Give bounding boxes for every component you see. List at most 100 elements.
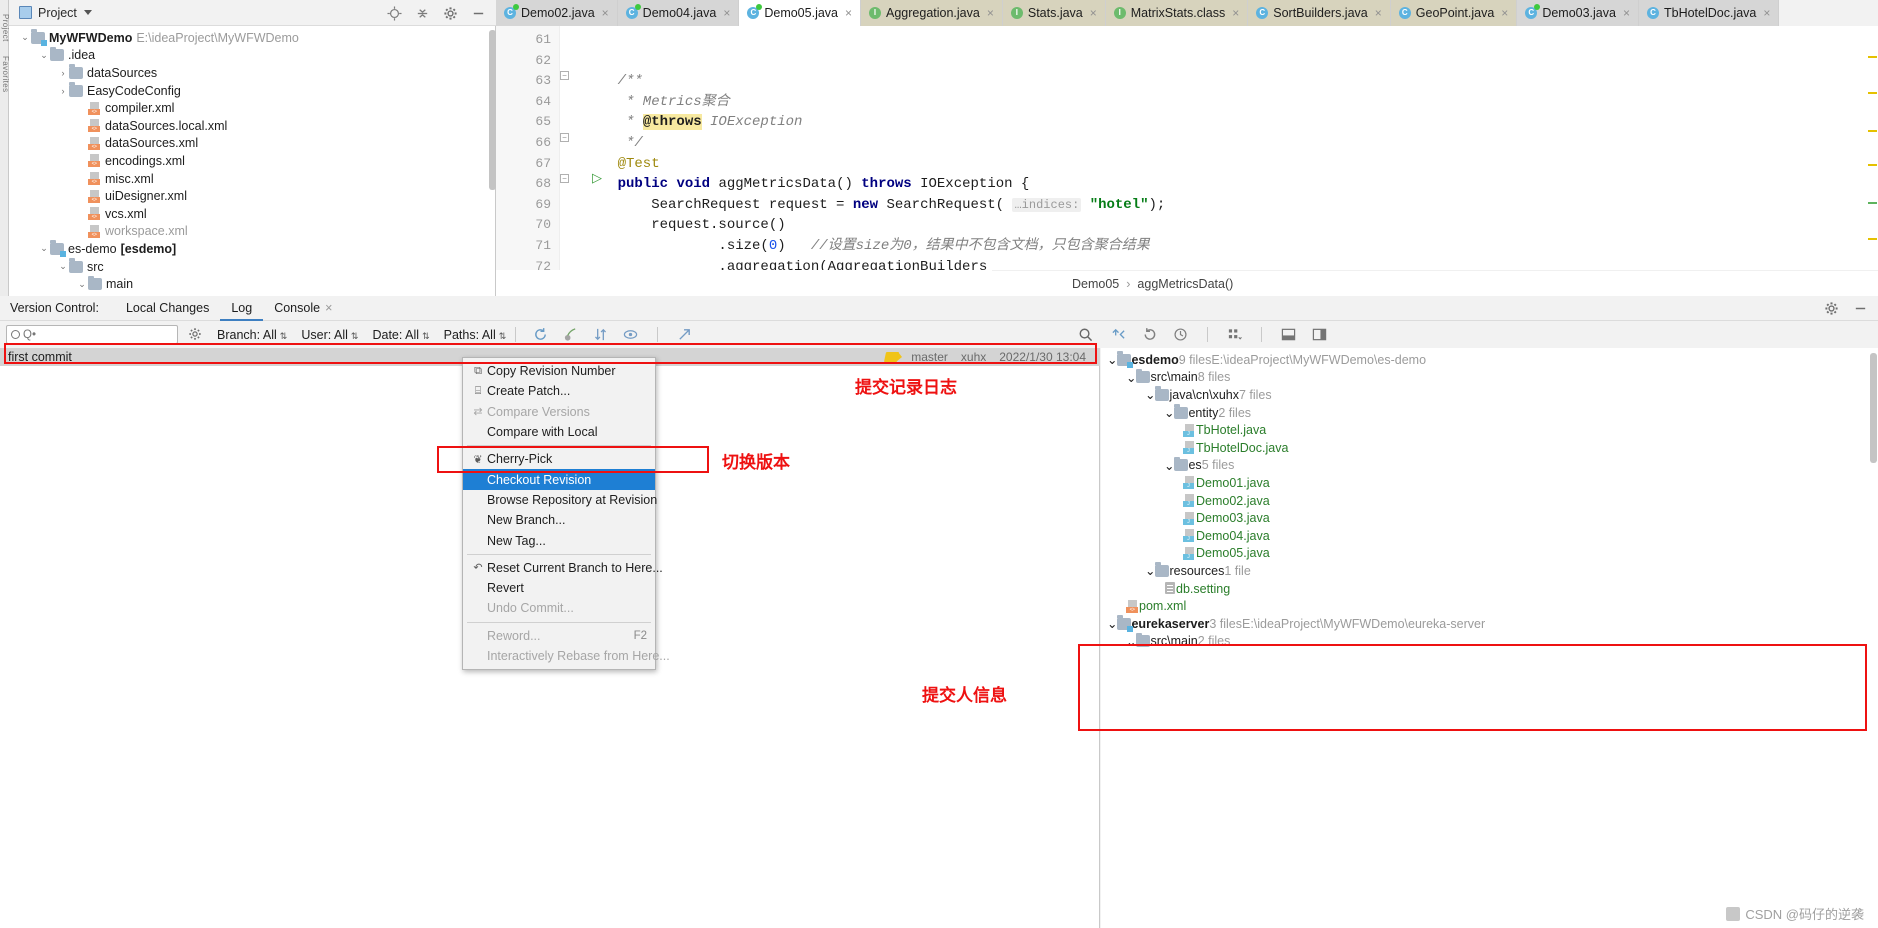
changed-file-row[interactable]: ⌄ entity 2 files: [1101, 404, 1878, 422]
tab-local-changes[interactable]: Local Changes: [115, 296, 220, 321]
tree-expand-arrow[interactable]: ›: [57, 68, 69, 78]
changed-file-row[interactable]: ⌄ esdemo 9 files E:\ideaProject\MyWFWDemo\e…: [1101, 351, 1878, 369]
fold-marker-open[interactable]: −: [560, 71, 569, 80]
project-tree[interactable]: ⌄ MyWFWDemo E:\ideaProject\MyWFWDemo ⌄ .idea…: [9, 26, 496, 296]
filter-branch[interactable]: Branch: All ⇅: [217, 328, 287, 342]
project-tree-row[interactable]: <> workspace.xml: [9, 223, 495, 241]
tree-expand-arrow[interactable]: ⌄: [57, 261, 69, 272]
editor-breadcrumb[interactable]: Demo05 › aggMetricsData(): [992, 270, 1878, 296]
chevron-down-icon[interactable]: [83, 10, 92, 15]
tab-log[interactable]: Log: [220, 296, 264, 321]
tree-expand-arrow[interactable]: ⌄: [38, 243, 50, 254]
hide-panel-icon[interactable]: [471, 6, 486, 21]
tree-expand-arrow[interactable]: ⌄: [1126, 370, 1136, 385]
changed-file-row[interactable]: J TbHotel.java: [1101, 421, 1878, 439]
project-tree-row[interactable]: <> compiler.xml: [9, 99, 495, 117]
fold-marker-method[interactable]: −: [560, 174, 569, 183]
menu-item[interactable]: Interactively Rebase from Here...: [463, 646, 670, 666]
filter-settings-gear-icon[interactable]: [188, 327, 203, 342]
preview-right-icon[interactable]: [1312, 327, 1327, 342]
code-line[interactable]: @Test: [584, 154, 1878, 175]
project-tree-row[interactable]: ⌄ MyWFWDemo E:\ideaProject\MyWFWDemo: [9, 29, 495, 47]
code-line[interactable]: */: [584, 133, 1878, 154]
collapse-all-icon[interactable]: [415, 6, 430, 21]
code-line[interactable]: [584, 30, 1878, 51]
log-search-icon[interactable]: [1078, 327, 1093, 342]
log-search-input[interactable]: Q•: [6, 325, 178, 344]
editor-tab[interactable]: C GeoPoint.java ×: [1390, 0, 1518, 26]
project-tree-row[interactable]: › EasyCodeConfig: [9, 82, 495, 100]
changed-file-row[interactable]: ⌄ src\main 8 files: [1101, 368, 1878, 387]
code-line[interactable]: [584, 51, 1878, 72]
tree-expand-arrow[interactable]: ⌄: [1145, 387, 1155, 402]
open-external-icon[interactable]: [677, 327, 692, 342]
code-line[interactable]: request.source(): [584, 215, 1878, 236]
close-icon[interactable]: ×: [723, 6, 730, 20]
tree-expand-arrow[interactable]: ⌄: [1164, 405, 1174, 420]
sort-icon[interactable]: [593, 327, 608, 342]
editor-tab[interactable]: I MatrixStats.class ×: [1105, 0, 1249, 26]
tree-expand-arrow[interactable]: ⌄: [1164, 458, 1174, 473]
changed-file-row[interactable]: db.setting: [1101, 580, 1878, 598]
changed-file-row[interactable]: ⌄ resources 1 file: [1101, 562, 1878, 580]
changed-file-row[interactable]: ⌄ java\cn\xuhx 7 files: [1101, 386, 1878, 404]
project-tree-scrollbar[interactable]: [489, 30, 496, 190]
menu-item[interactable]: New Branch...: [463, 510, 655, 530]
menu-item[interactable]: ⌸ Create Patch...: [463, 381, 655, 401]
code-line[interactable]: * @throws IOException: [584, 112, 1878, 133]
menu-item[interactable]: Revert: [463, 578, 655, 598]
editor-tab[interactable]: C Demo03.java ×: [1517, 0, 1639, 26]
breadcrumb-method[interactable]: aggMetricsData(): [1137, 277, 1233, 291]
close-icon[interactable]: ×: [1623, 6, 1630, 20]
close-icon[interactable]: ×: [1232, 6, 1239, 20]
menu-item[interactable]: Undo Commit...: [463, 598, 655, 618]
expand-icon[interactable]: [1111, 327, 1126, 342]
editor-tab[interactable]: C Demo04.java ×: [617, 0, 740, 26]
refresh-icon[interactable]: [533, 327, 548, 342]
menu-item[interactable]: ⧉ Copy Revision Number: [463, 361, 655, 381]
settings-gear-icon[interactable]: [443, 6, 458, 21]
code-line[interactable]: .aggregation(AggregationBuilders: [584, 257, 1878, 270]
project-tree-row[interactable]: <> vcs.xml: [9, 205, 495, 223]
menu-item[interactable]: Reword... F2: [463, 626, 655, 646]
menu-item[interactable]: ❦ Cherry-Pick: [463, 449, 655, 469]
changed-files-tree[interactable]: ⌄ esdemo 9 files E:\ideaProject\MyWFWDemo\e…: [1101, 348, 1878, 648]
menu-item[interactable]: Checkout Revision: [463, 469, 655, 490]
changed-file-row[interactable]: ⌄ src\main 2 files: [1101, 632, 1878, 648]
menu-item[interactable]: ⇄ Compare Versions: [463, 402, 655, 422]
project-tree-row[interactable]: <> dataSources.local.xml: [9, 117, 495, 135]
project-tree-row[interactable]: <> dataSources.xml: [9, 135, 495, 153]
history-icon[interactable]: [1173, 327, 1188, 342]
editor-tab[interactable]: C Demo02.java ×: [496, 0, 618, 26]
menu-item[interactable]: New Tag...: [463, 530, 655, 550]
changed-file-row[interactable]: ⌄ es 5 files: [1101, 456, 1878, 475]
tree-expand-arrow[interactable]: ›: [57, 86, 69, 96]
tab-console[interactable]: Console ×: [263, 296, 343, 321]
changed-file-row[interactable]: J Demo01.java: [1101, 474, 1878, 492]
filter-date[interactable]: Date: All ⇅: [372, 328, 429, 342]
group-by-icon[interactable]: [1227, 327, 1242, 342]
changed-file-row[interactable]: <> pom.xml: [1101, 597, 1878, 615]
breadcrumb-class[interactable]: Demo05: [1072, 277, 1119, 291]
editor-tab[interactable]: C SortBuilders.java ×: [1248, 0, 1391, 26]
close-icon[interactable]: ×: [987, 6, 994, 20]
editor-tab[interactable]: I Aggregation.java ×: [861, 0, 1003, 26]
project-tree-row[interactable]: ⌄ src: [9, 258, 495, 276]
tree-expand-arrow[interactable]: ⌄: [1145, 563, 1155, 578]
changed-file-row[interactable]: J Demo03.java: [1101, 509, 1878, 527]
close-icon[interactable]: ×: [325, 301, 332, 315]
close-icon[interactable]: ×: [1090, 6, 1097, 20]
code-line[interactable]: /**: [584, 71, 1878, 92]
cherry-pick-icon[interactable]: [563, 327, 578, 342]
code-line[interactable]: SearchRequest request = new SearchReques…: [584, 195, 1878, 216]
preview-bottom-icon[interactable]: [1281, 327, 1296, 342]
locate-icon[interactable]: [387, 5, 402, 21]
menu-item[interactable]: Compare with Local: [463, 422, 655, 442]
code-content[interactable]: /** * Metrics聚合 * @throws IOException */…: [560, 26, 1878, 270]
tree-expand-arrow[interactable]: ⌄: [19, 32, 31, 43]
close-icon[interactable]: ×: [1501, 6, 1508, 20]
project-tree-row[interactable]: › dataSources: [9, 64, 495, 82]
filter-user[interactable]: User: All ⇅: [301, 328, 358, 342]
editor-tab[interactable]: C TbHotelDoc.java ×: [1638, 0, 1780, 26]
changed-file-row[interactable]: J Demo02.java: [1101, 492, 1878, 510]
